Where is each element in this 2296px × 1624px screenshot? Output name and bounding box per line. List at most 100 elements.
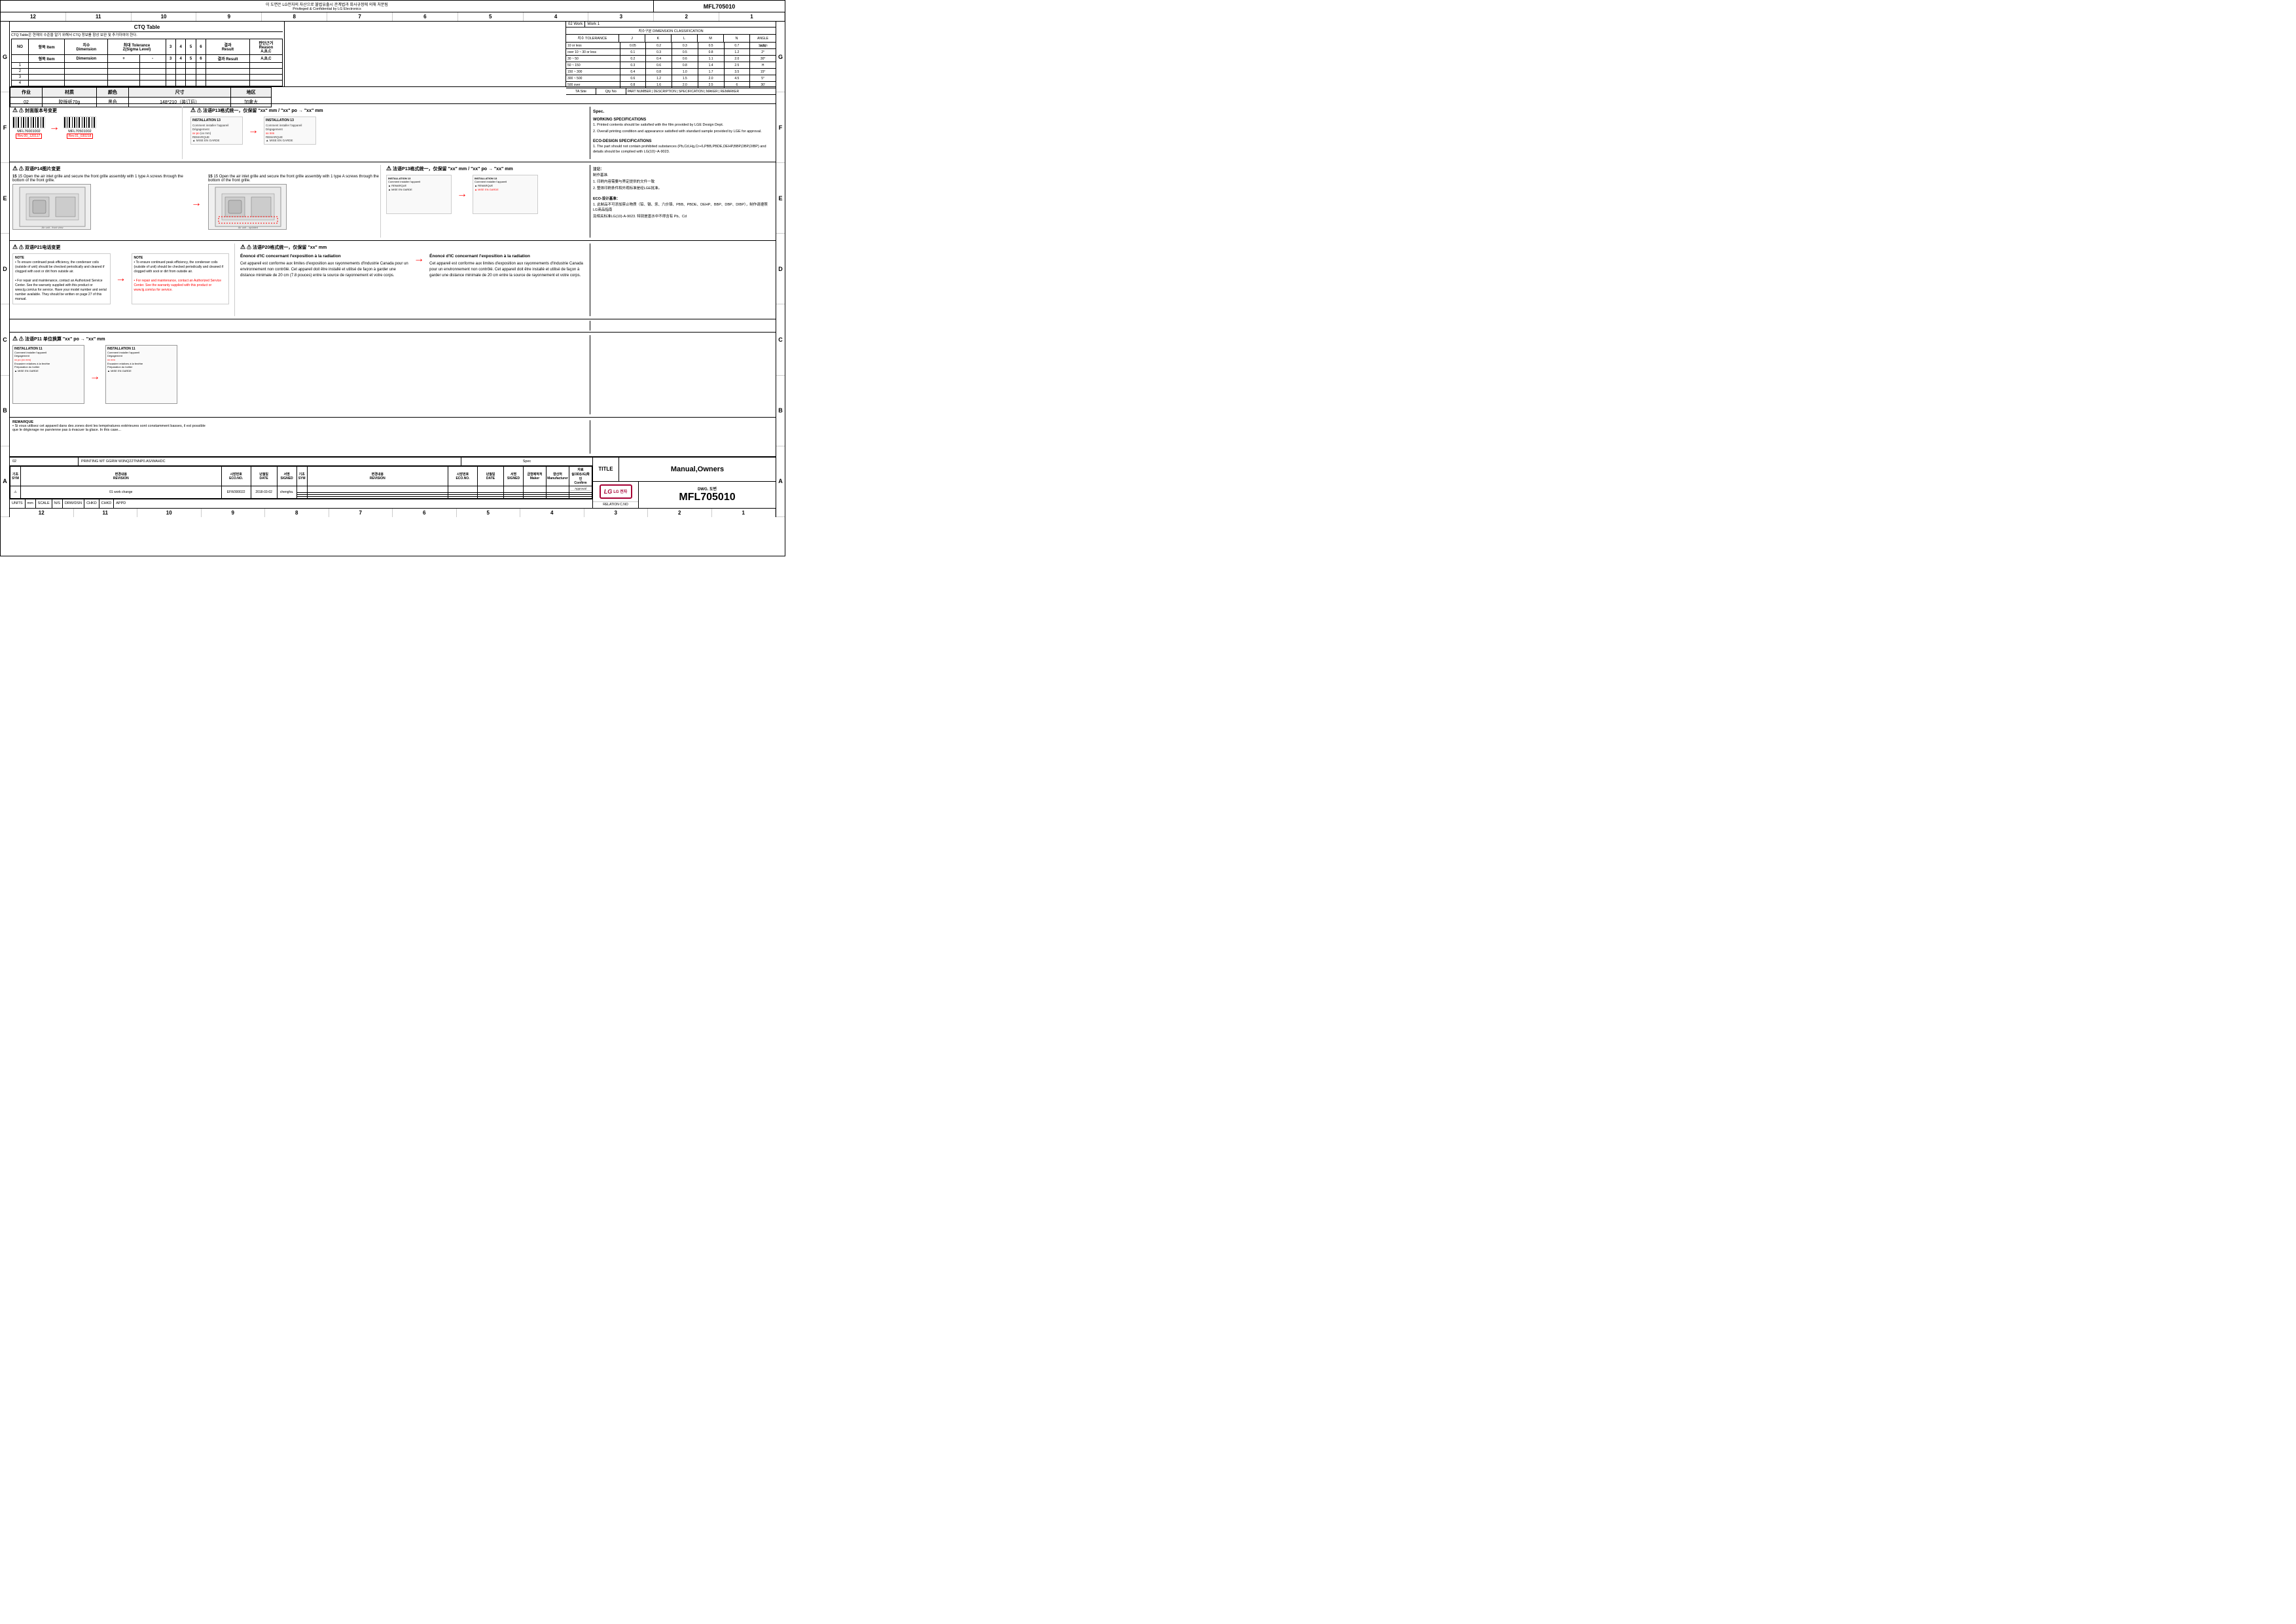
e-phone-content: NOTE • To ensure continued peak efficien… (12, 253, 229, 304)
right-row-label-f: F (776, 92, 785, 163)
lg-logo: LG LG 전자 (600, 484, 632, 499)
e-note-text-2: • For repair and maintenance, contact an… (15, 279, 107, 301)
spec-notes: Spec. WORKING SPECIFICATIONS 1. Printed … (590, 107, 773, 159)
ctq-subheader-minus: - (139, 55, 166, 63)
f-old-diagram-image: Air unit - front view (12, 184, 91, 230)
french-p13-arrow: → (248, 125, 259, 137)
b-row: REMARQUE • Si vous utilisez cet appareil… (10, 418, 776, 457)
rev-header-sym2: 기초SYM (296, 466, 307, 486)
eco-title: ECO-DESIGN SPECIFICATIONS (593, 139, 770, 143)
rev-date: 2018-03-02 (251, 486, 277, 498)
column-numbers-top: 12 11 10 9 8 7 6 5 4 3 2 1 (1, 12, 785, 22)
f-arrow: → (191, 198, 202, 209)
ctq-subheader-no (12, 55, 29, 63)
work-value: Work 1 (585, 22, 776, 27)
tol-range-6: 300 ~ 500 (566, 75, 620, 81)
approval-label: Approval (570, 487, 591, 491)
ic-title-new: Énoncé d'IC concernant l'exposition à la… (429, 253, 590, 260)
mat-header-job: 作业 (10, 88, 43, 98)
work-number: 02 Work (566, 22, 585, 27)
c-install-new: INSTALLATION 11 Comment installer l'appa… (105, 345, 177, 404)
tol-l-5: 1.0 (672, 69, 698, 75)
working-note-1: 1. Printed contents should be satisfied … (593, 123, 770, 128)
air-unit-diagram-new: Air unit - updated (209, 184, 286, 230)
working-note-2: 2. Overall printing condition and appear… (593, 130, 770, 135)
tol-k-6: 1.2 (646, 75, 672, 81)
tol-angle-6: 5° (750, 75, 776, 81)
warning-icon-french-p13: ⚠ (190, 107, 196, 113)
spec-cell: Spec (461, 458, 592, 465)
tolerance-work-area: 02 Work Work 1 치수구분 DIMENSION CLASSIFICA… (566, 22, 776, 86)
tol-n-3: 2.0 (725, 56, 751, 62)
french-doc-content: Comment installer l'appareil Dégagement … (192, 124, 241, 143)
mat-val-region: 加拿大 (231, 98, 272, 107)
tol-range-header: 치수 TOLERANCE (566, 35, 619, 42)
tol-row-2: over 10 ~ 30 or less 0.1 0.3 0.5 0.8 1.2… (566, 49, 776, 56)
french-p13-docs: INSTALLATION 13 Comment installer l'appa… (190, 117, 590, 145)
f-title: ⚠ ⚠ 双语P14图片变更 (12, 165, 380, 172)
tol-row-1: 10 or less 0.05 0.2 0.3 0.5 0.7 1× 6½ (566, 43, 776, 49)
rev-header-mfr: 양산처Manufacturer (547, 466, 569, 486)
row-label-b: B (1, 376, 9, 446)
tol-range-3: 30 ~ 50 (566, 56, 620, 62)
units-label: UNITS (10, 499, 26, 508)
spec-notes-b (590, 420, 773, 454)
top-bar-title: MFL705010 (654, 2, 785, 11)
tolerance-header: 치수구분 DIMENSION CLASSIFICATION (566, 27, 776, 35)
bot-col-8: 8 (265, 509, 329, 517)
french-p20-title: ⚠ ⚠ 法语P20格式统一，仅保留 "xx" mm (240, 244, 590, 251)
drw-dsn: DRW/DSN (63, 499, 84, 508)
ctq-header-result: 결과Result (206, 39, 250, 55)
ctq-header-tolerance: 최대 ToleranceZ(Sigma Level) (108, 39, 166, 55)
ctq-header-4: 4 (175, 39, 185, 55)
tol-row-3: 30 ~ 50 0.2 0.4 0.6 1.1 2.0 30° (566, 56, 776, 62)
bot-col-9: 9 (202, 509, 266, 517)
warning-icon-c: ⚠ (12, 335, 18, 342)
c-install-diagrams: INSTALLATION 11 Comment installer l'appa… (12, 345, 590, 404)
b-remarque: REMARQUE • Si vous utilisez cet appareil… (12, 420, 209, 432)
c-content: ⚠ ⚠ 法语P11 单位换算 "xx" po → "xx" mm INSTALL… (12, 335, 590, 414)
material-table: 作业 材质 颜色 尺寸 地区 02 胶版纸70g 黑色 148*210（装订后）… (10, 87, 272, 107)
rev-header-maker: 금형제작처Maker (524, 466, 547, 486)
row-label-f: F (1, 92, 9, 163)
ctq-header-item: 항목 Item (28, 39, 65, 55)
rev-header-econo2: 시방번호ECO.NO. (448, 466, 478, 486)
row-label-e: E (1, 163, 9, 234)
col-4: 4 (524, 12, 589, 21)
work-02-cell: 02 (10, 458, 79, 465)
table-row: 4 (12, 81, 283, 86)
french-doc-new-title: INSTALLATION 13 (266, 118, 314, 122)
eco-note-1: 1. The part should not contain prohibite… (593, 145, 770, 154)
ic-text-old: Cet appareil est conforme aux limites d'… (240, 261, 408, 279)
french-doc-new-content: Comment installer l'appareil Dégagement … (266, 124, 314, 143)
c-arrow: → (90, 371, 100, 383)
row-label-a: A (1, 446, 9, 517)
work-row: 02 Work Work 1 (566, 22, 776, 27)
eco-cn-title: ECO-设计基准： (593, 197, 770, 202)
french-p13-section: ⚠ ⚠ 法语P13格式统一，仅保留 "xx" mm / "xx" po → "x… (183, 107, 590, 159)
f-row: ⚠ ⚠ 双语P14图片变更 15 15 Open the air inlet g… (10, 162, 776, 241)
f-content: ⚠ ⚠ 双语P14图片变更 15 15 Open the air inlet g… (12, 165, 380, 238)
tol-k-2: 0.3 (646, 49, 672, 55)
rev-maker-val (524, 486, 547, 492)
tol-j-1: 0.05 (620, 43, 647, 48)
tol-angle-2: 2° (750, 49, 776, 55)
table-row: 3 (12, 75, 283, 81)
tol-k-1: 0.2 (646, 43, 672, 48)
chkd-1: CHKD (84, 499, 99, 508)
print-info-row: 02 PRINTING WT GGRW W3NQ22TNNP0.AS/WAHDC… (10, 458, 592, 466)
f-old-diagram: 15 15 Open the air inlet grille and secu… (12, 175, 185, 230)
f-new-diagram: 15 15 Open the air inlet grille and secu… (208, 175, 380, 230)
bot-col-1: 1 (712, 509, 776, 517)
old-barcode: MFL76001002 Rev.00_120117 (12, 117, 45, 139)
ic-old: Énoncé d'IC concernant l'exposition à la… (240, 253, 408, 279)
rev-header-date: 년월일DATE (251, 466, 277, 486)
spec-notes-f: 注记： 制作基准. 1. 印刷内容需要与界定提供的文件一致 2. 整体印刷条件和… (590, 165, 773, 238)
french-new-content: INSTALLATION 13 Comment installer l'appa… (475, 177, 536, 191)
french-p13-right: ⚠ 法语P13格式统一，仅保留 "xx" mm / "xx" po → "xx"… (380, 165, 590, 238)
ctq-subheader-dim: Dimension (65, 55, 108, 63)
tol-range-2: over 10 ~ 30 or less (566, 49, 620, 55)
right-row-label-e: E (776, 163, 785, 234)
french-p13-title: ⚠ ⚠ 法语P13格式统一，仅保留 "xx" mm / "xx" po → "x… (190, 107, 590, 114)
tol-j-5: 0.4 (620, 69, 647, 75)
